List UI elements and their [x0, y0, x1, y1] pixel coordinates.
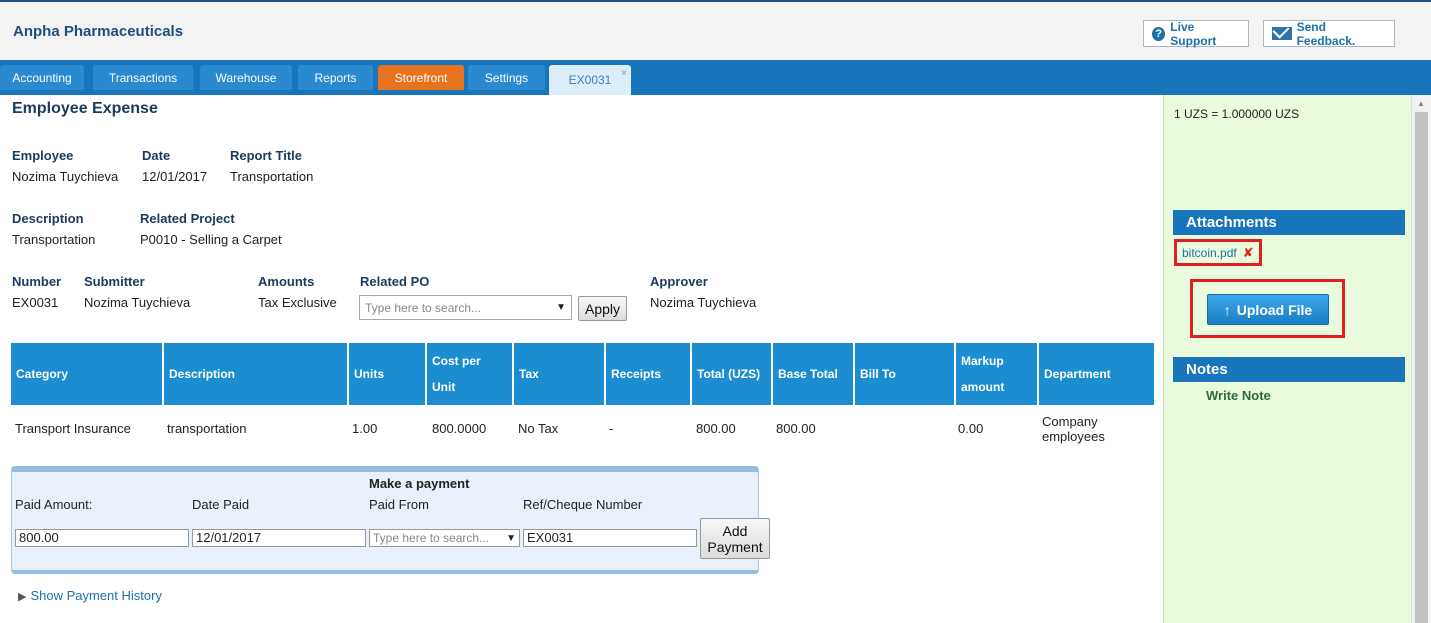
attachment-file-link[interactable]: bitcoin.pdf [1182, 246, 1237, 260]
tab-storefront[interactable]: Storefront [378, 65, 464, 90]
column-header: Description [164, 343, 349, 405]
paid-from-select[interactable]: Type here to search... ▼ [369, 529, 520, 547]
column-header: Cost per Unit [427, 343, 514, 405]
scrollbar-thumb[interactable] [1415, 112, 1428, 623]
cell-category: Transport Insurance [15, 421, 131, 436]
description-value: Transportation [12, 232, 96, 247]
delete-attachment-icon[interactable]: ✘ [1243, 245, 1254, 261]
mail-icon [1272, 27, 1292, 40]
paid-amount-label: Paid Amount: [15, 497, 93, 512]
scroll-up-icon[interactable]: ▲ [1417, 99, 1425, 108]
cell-units: 1.00 [352, 421, 378, 436]
number-label: Number [12, 274, 62, 289]
description-label: Description [12, 211, 84, 226]
related-project-label: Related Project [140, 211, 235, 226]
report-title-label: Report Title [230, 148, 302, 163]
send-feedback-button[interactable]: Send Feedback. [1263, 19, 1395, 48]
tab-transactions[interactable]: Transactions [93, 65, 193, 90]
column-header: Tax [514, 343, 606, 405]
column-header: Receipts [606, 343, 692, 405]
tab-accounting[interactable]: Accounting [0, 65, 84, 90]
live-support-label: Live Support [1170, 19, 1217, 48]
tab-bar: Accounting Transactions Warehouse Report… [0, 60, 1431, 95]
tab-warehouse[interactable]: Warehouse [200, 65, 292, 90]
submitter-value: Nozima Tuychieva [84, 295, 191, 310]
exchange-rate: 1 UZS = 1.000000 UZS [1174, 107, 1300, 121]
tab-ex0031-label: EX0031 [568, 73, 612, 87]
paid-from-placeholder: Type here to search... [373, 531, 490, 545]
column-header: Department [1044, 367, 1111, 381]
employee-label: Employee [12, 148, 74, 163]
upload-highlight: ↑ Upload File [1190, 279, 1345, 338]
expand-arrow-icon: ▶ [18, 591, 27, 603]
submitter-label: Submitter [84, 274, 145, 289]
expense-table-header: Category Description Units Cost per Unit… [11, 343, 1154, 405]
show-payment-history-link[interactable]: ▶ Show Payment History [18, 588, 162, 603]
amounts-label: Amounts [258, 274, 315, 289]
page-title: Employee Expense [12, 100, 158, 117]
related-po-label: Related PO [360, 274, 430, 289]
upload-file-label: Upload File [1236, 301, 1313, 318]
vertical-scrollbar[interactable]: ▲ [1411, 95, 1431, 623]
cell-tax: No Tax [518, 421, 559, 436]
date-paid-label: Date Paid [192, 497, 250, 512]
related-project-value: P0010 - Selling a Carpet [140, 232, 282, 247]
cell-department: Company employees [1042, 414, 1105, 444]
send-feedback-label: Send Feedback. [1296, 19, 1356, 48]
ref-cheque-label: Ref/Cheque Number [523, 497, 643, 512]
main-content: Employee Expense Employee Nozima Tuychie… [0, 95, 1162, 623]
company-name: Anpha Pharmaceuticals [13, 23, 184, 40]
ref-cheque-input[interactable]: EX0031 [523, 529, 697, 547]
top-bar: Anpha Pharmaceuticals ? Live Support Sen… [0, 0, 1431, 60]
apply-button[interactable]: Apply [578, 296, 627, 321]
approver-label: Approver [650, 274, 708, 289]
cell-total: 800.00 [696, 421, 736, 436]
amounts-value: Tax Exclusive [258, 295, 337, 310]
employee-value: Nozima Tuychieva [12, 169, 119, 184]
column-header: Base Total [773, 343, 855, 405]
column-header: Total (UZS) [692, 343, 773, 405]
cell-markup: 0.00 [958, 421, 984, 436]
date-paid-input[interactable]: 12/01/2017 [192, 529, 366, 547]
write-note-link[interactable]: Write Note [1206, 388, 1271, 403]
paid-from-label: Paid From [369, 497, 429, 512]
tab-reports[interactable]: Reports [298, 65, 373, 90]
column-header: Markup amount [956, 343, 1039, 405]
show-payment-history-label: Show Payment History [30, 588, 162, 603]
dropdown-arrow-icon: ▼ [556, 302, 566, 313]
paid-amount-input[interactable]: 800.00 [15, 529, 189, 547]
attachments-header: Attachments [1173, 210, 1405, 235]
number-value: EX0031 [12, 295, 59, 310]
related-po-placeholder: Type here to search... [365, 300, 482, 315]
tab-ex0031[interactable]: EX0031 × [549, 65, 631, 95]
notes-header: Notes [1173, 357, 1405, 382]
cell-receipts: - [609, 421, 614, 436]
date-label: Date [142, 148, 171, 163]
make-payment-title: Make a payment [369, 476, 470, 491]
dropdown-arrow-icon: ▼ [506, 533, 516, 544]
column-header: Units [349, 343, 427, 405]
related-po-select[interactable]: Type here to search... ▼ [359, 295, 572, 320]
cell-base-total: 800.00 [776, 421, 816, 436]
tab-settings[interactable]: Settings [468, 65, 545, 90]
close-icon[interactable]: × [621, 68, 627, 79]
live-support-button[interactable]: ? Live Support [1143, 19, 1249, 48]
right-sidebar: 1 UZS = 1.000000 UZS Attachments bitcoin… [1163, 95, 1411, 623]
make-payment-panel: Make a payment Paid Amount: Date Paid Pa… [11, 466, 770, 574]
approver-value: Nozima Tuychieva [650, 295, 757, 310]
add-payment-button[interactable]: Add Payment [700, 518, 770, 559]
date-value: 12/01/2017 [142, 169, 208, 184]
cell-description: transportation [167, 421, 247, 436]
attachment-item: bitcoin.pdf ✘ [1174, 239, 1262, 266]
upload-file-button[interactable]: ↑ Upload File [1207, 294, 1329, 325]
column-header: Bill To [855, 343, 956, 405]
column-header: Category [11, 343, 164, 405]
cell-cost-per-unit: 800.0000 [432, 421, 487, 436]
help-icon: ? [1152, 26, 1166, 41]
report-title-value: Transportation [230, 169, 314, 184]
upload-arrow-icon: ↑ [1223, 301, 1231, 318]
